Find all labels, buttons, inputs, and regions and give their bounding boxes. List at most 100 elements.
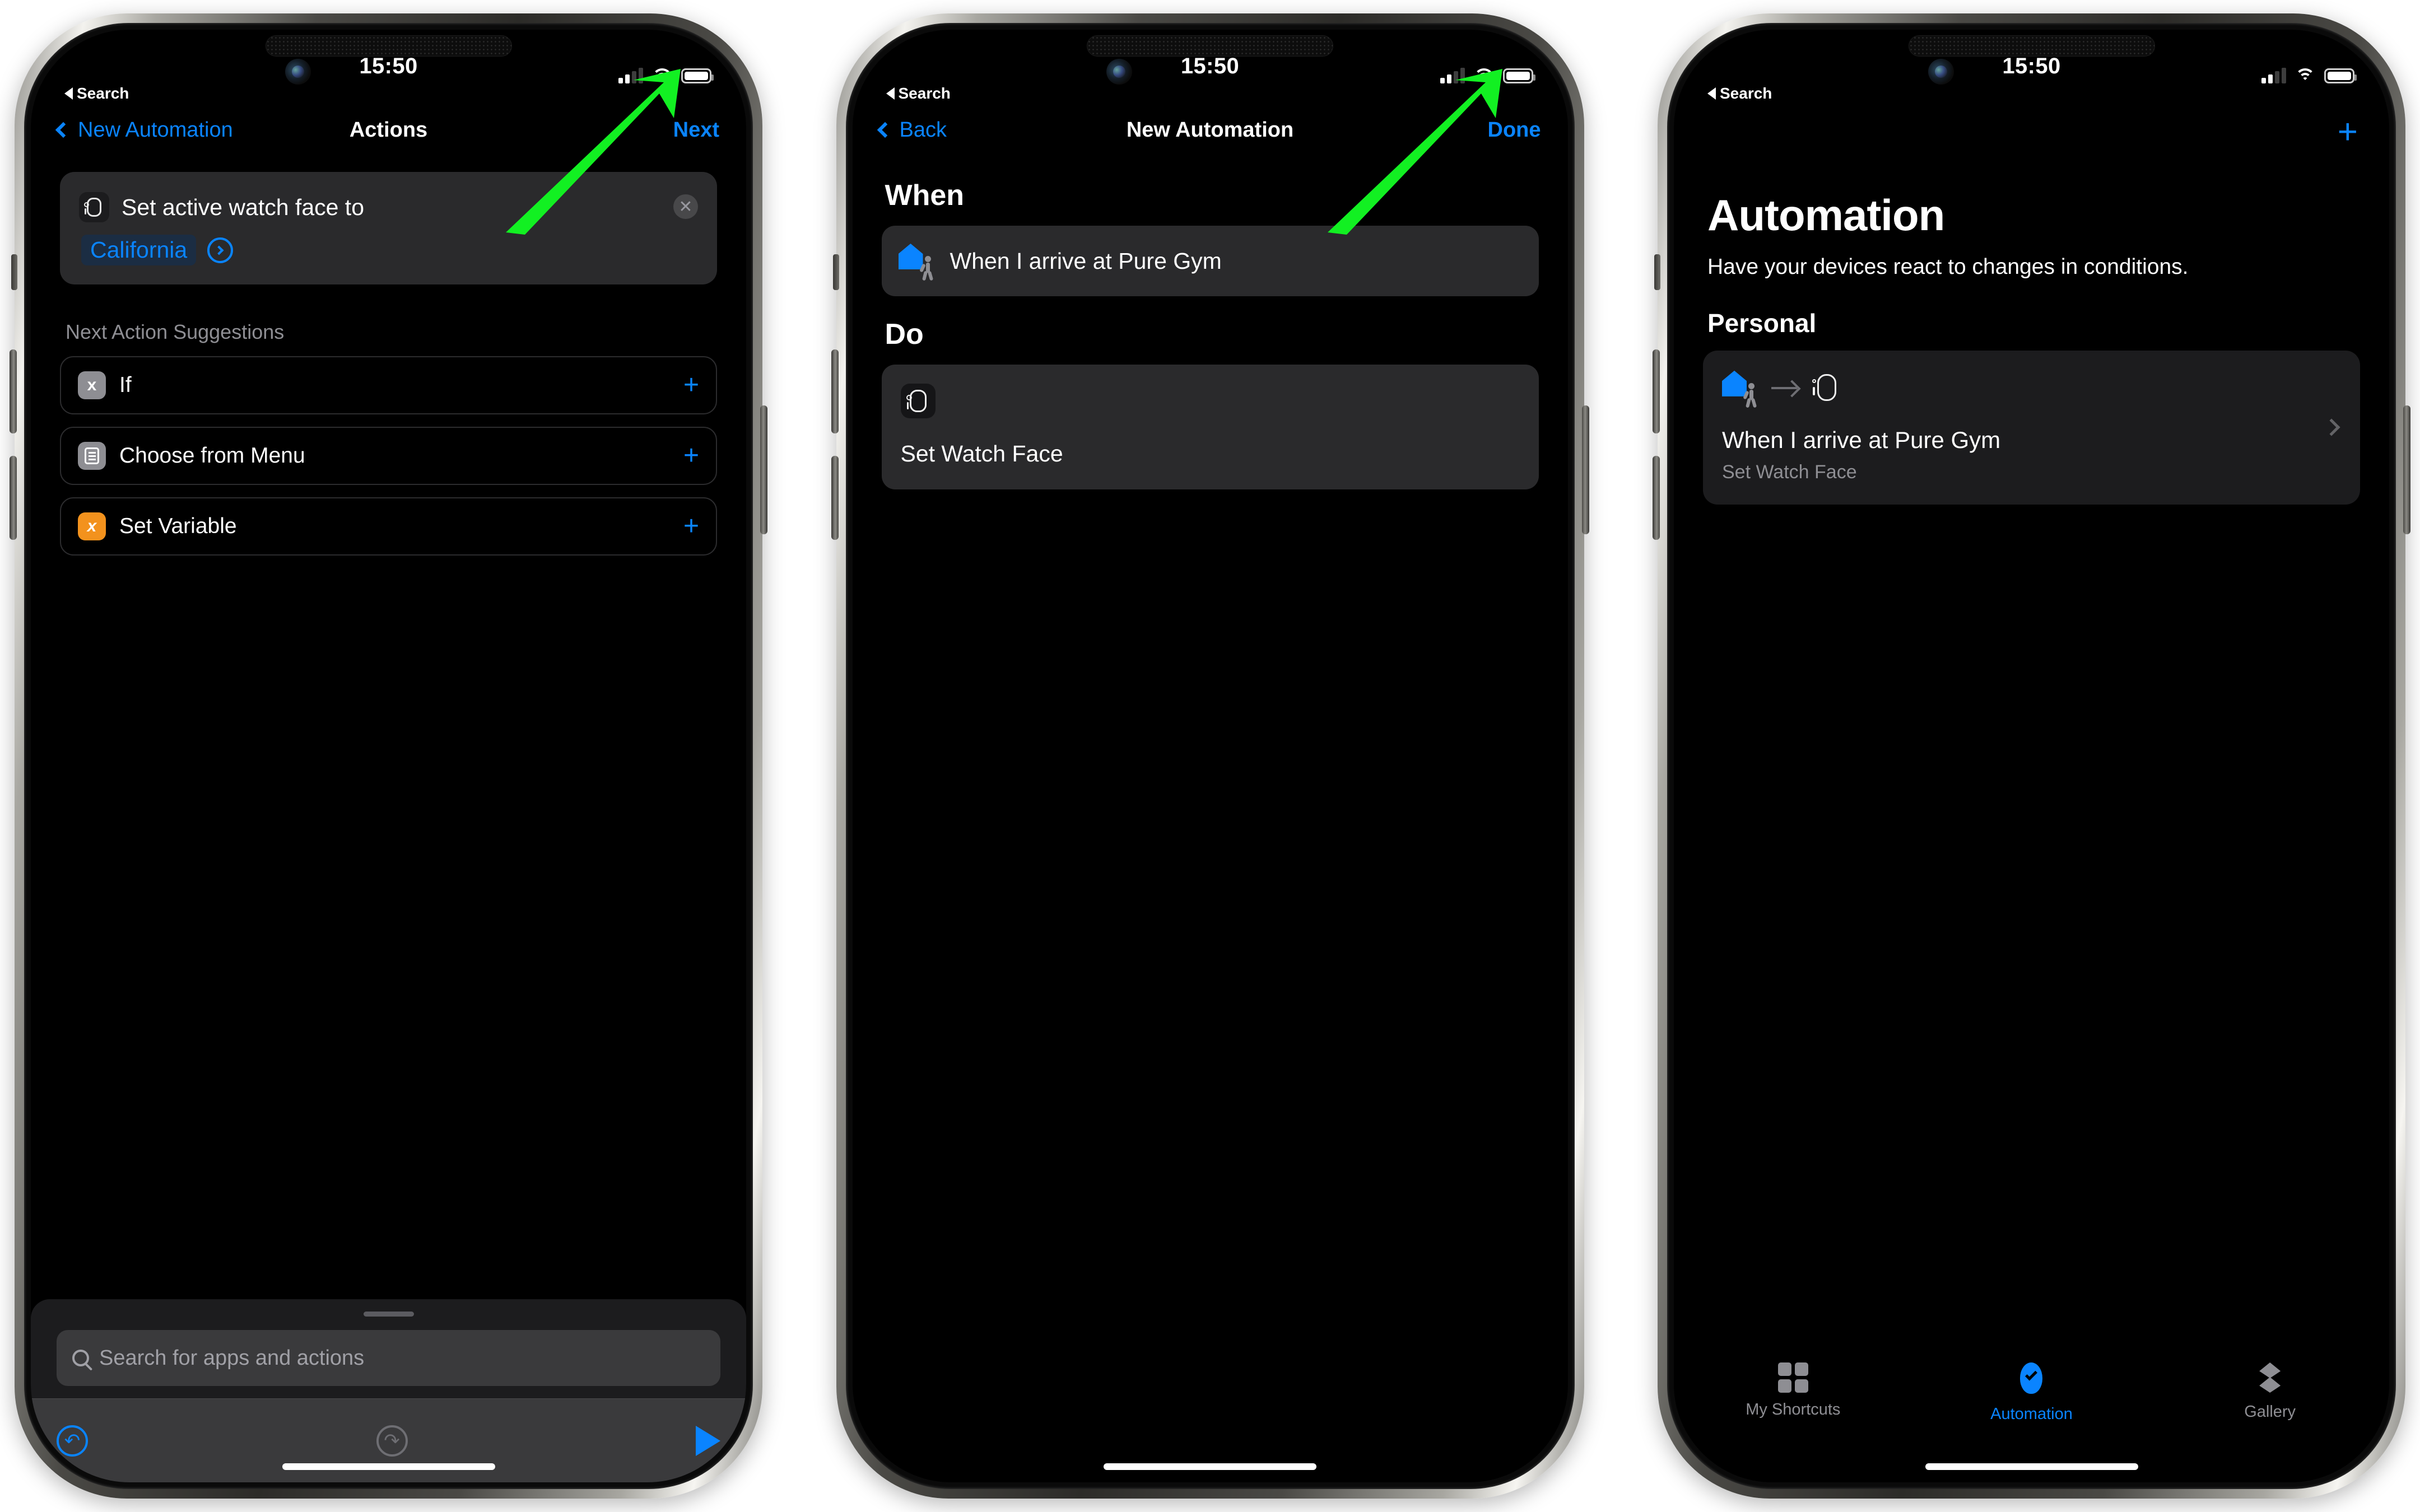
status-back-to-search[interactable]: Search: [64, 85, 129, 102]
chevron-left-icon: [55, 122, 72, 138]
sheet-grabber-handle[interactable]: [363, 1312, 414, 1317]
plus-icon[interactable]: +: [683, 372, 699, 399]
grid-icon: [1777, 1362, 1808, 1393]
phone-3-content: Automation Have your devices react to ch…: [1674, 190, 2389, 505]
next-button[interactable]: Next: [673, 118, 719, 142]
automation-detail: Set Watch Face: [1722, 461, 1857, 483]
action-card-header-row: Set active watch face to: [79, 192, 698, 222]
back-label: New Automation: [78, 118, 233, 142]
close-circle-icon[interactable]: ✕: [673, 194, 698, 219]
phone-1-navigation-bar: New Automation Actions Next: [31, 102, 746, 157]
mute-switch[interactable]: [1654, 254, 1660, 290]
mute-switch[interactable]: [11, 254, 17, 290]
suggestion-row-choose-from-menu[interactable]: Choose from Menu +: [60, 427, 717, 485]
arrow-right-icon: [1771, 386, 1797, 389]
status-back-label: Search: [77, 85, 129, 102]
tab-gallery[interactable]: Gallery: [2152, 1362, 2388, 1421]
add-automation-button[interactable]: +: [2338, 115, 2358, 150]
status-bar: 15:50 Search: [1674, 30, 2389, 102]
volume-down-button[interactable]: [1653, 456, 1660, 540]
plus-icon[interactable]: +: [683, 442, 699, 469]
status-back-to-search[interactable]: Search: [1707, 85, 1772, 102]
home-indicator[interactable]: [1925, 1463, 2138, 1470]
wifi-icon: [652, 68, 672, 83]
wifi-icon: [2295, 68, 2315, 83]
volume-up-button[interactable]: [831, 349, 839, 433]
back-to-new-automation-button[interactable]: New Automation: [55, 118, 233, 142]
phone-1-device: 15:50 Search New Automation Actions Next…: [10, 13, 767, 1499]
watch-face-value[interactable]: California: [81, 235, 197, 265]
trigger-label: When I arrive at Pure Gym: [950, 248, 1222, 274]
status-time: 15:50: [359, 54, 418, 78]
home-indicator[interactable]: [282, 1463, 495, 1470]
suggestion-row-set-variable[interactable]: x Set Variable +: [60, 497, 717, 556]
cellular-bars-icon: [1440, 68, 1465, 83]
apple-watch-icon: [900, 384, 936, 418]
mute-switch[interactable]: [832, 254, 839, 290]
power-button[interactable]: [1581, 405, 1589, 534]
chevron-right-circle-icon[interactable]: [207, 237, 234, 263]
home-indicator[interactable]: [1104, 1463, 1316, 1470]
phone-2-bezel: 15:50 Search Back New Automation Done Wh…: [845, 23, 1575, 1489]
branch-icon: x: [78, 371, 106, 399]
action-card-set-watch-face[interactable]: Set active watch face to ✕ California: [60, 172, 717, 284]
volume-up-button[interactable]: [10, 349, 17, 433]
volume-down-button[interactable]: [10, 456, 17, 540]
status-time: 15:50: [2002, 54, 2061, 78]
gallery-layers-icon: [2255, 1362, 2285, 1395]
done-button[interactable]: Done: [1488, 118, 1541, 142]
phone-3-device: 15:50 Search + Automation Have your devi…: [1653, 13, 2410, 1499]
tab-automation[interactable]: Automation: [1914, 1362, 2149, 1424]
phone-3-screen: 15:50 Search + Automation Have your devi…: [1674, 30, 2389, 1482]
home-arrive-icon: [1722, 370, 1759, 408]
automation-icon-row: [1722, 370, 2341, 408]
trigger-card[interactable]: When I arrive at Pure Gym: [881, 226, 1539, 296]
tab-bar: My Shortcuts Automation Gallery: [1674, 1348, 2389, 1482]
status-back-label: Search: [1720, 85, 1772, 102]
cellular-bars-icon: [618, 68, 643, 83]
variable-x-icon: x: [78, 512, 106, 540]
phone-3-navigation-bar: +: [1674, 102, 2389, 157]
suggestion-label: Choose from Menu: [119, 444, 305, 468]
power-button[interactable]: [2403, 405, 2410, 534]
back-button[interactable]: Back: [877, 118, 947, 142]
phone-2-device: 15:50 Search Back New Automation Done Wh…: [831, 13, 1589, 1499]
volume-up-button[interactable]: [1653, 349, 1660, 433]
status-bar: 15:50 Search: [853, 30, 1568, 102]
menu-list-icon: [78, 442, 106, 470]
suggestion-row-if[interactable]: x If +: [60, 356, 717, 414]
tab-label: Automation: [1990, 1405, 2073, 1423]
undo-icon[interactable]: ↶: [57, 1425, 88, 1457]
phone-2-screen: 15:50 Search Back New Automation Done Wh…: [852, 30, 1568, 1482]
redo-icon[interactable]: ↷: [376, 1425, 408, 1457]
tab-my-shortcuts[interactable]: My Shortcuts: [1675, 1362, 1911, 1419]
plus-icon[interactable]: +: [683, 513, 699, 540]
back-triangle-icon: [886, 87, 895, 100]
page-subtitle: Have your devices react to changes in co…: [1707, 255, 2189, 279]
wifi-icon: [1473, 68, 1494, 83]
action-parameter-row[interactable]: California: [79, 235, 698, 265]
volume-down-button[interactable]: [831, 456, 839, 540]
phone-2-content: When When I arrive at Pure Gym Do Set Wa…: [853, 179, 1568, 489]
back-label: Back: [899, 118, 947, 142]
search-input[interactable]: Search for apps and actions: [57, 1330, 720, 1386]
status-back-to-search[interactable]: Search: [886, 85, 951, 102]
search-icon: [72, 1350, 89, 1366]
page-title: Actions: [349, 118, 428, 142]
back-triangle-icon: [1707, 87, 1716, 100]
chevron-left-icon: [877, 122, 893, 138]
phone-1-bezel: 15:50 Search New Automation Actions Next…: [24, 23, 753, 1489]
play-icon[interactable]: [696, 1425, 720, 1456]
when-section-header: When: [885, 179, 965, 212]
battery-icon: [2324, 68, 2357, 83]
tab-label: Gallery: [2244, 1403, 2296, 1421]
status-indicators: [618, 68, 714, 83]
battery-icon: [1502, 68, 1535, 83]
phone-1-content: Set active watch face to ✕ California Ne…: [31, 172, 746, 556]
group-header-personal: Personal: [1707, 308, 1817, 338]
automation-list-item[interactable]: When I arrive at Pure Gym Set Watch Face: [1703, 350, 2360, 505]
phone-3-bezel: 15:50 Search + Automation Have your devi…: [1667, 23, 2396, 1489]
power-button[interactable]: [760, 405, 767, 534]
page-title: Automation: [1707, 190, 1945, 240]
do-action-card[interactable]: Set Watch Face: [881, 365, 1539, 489]
